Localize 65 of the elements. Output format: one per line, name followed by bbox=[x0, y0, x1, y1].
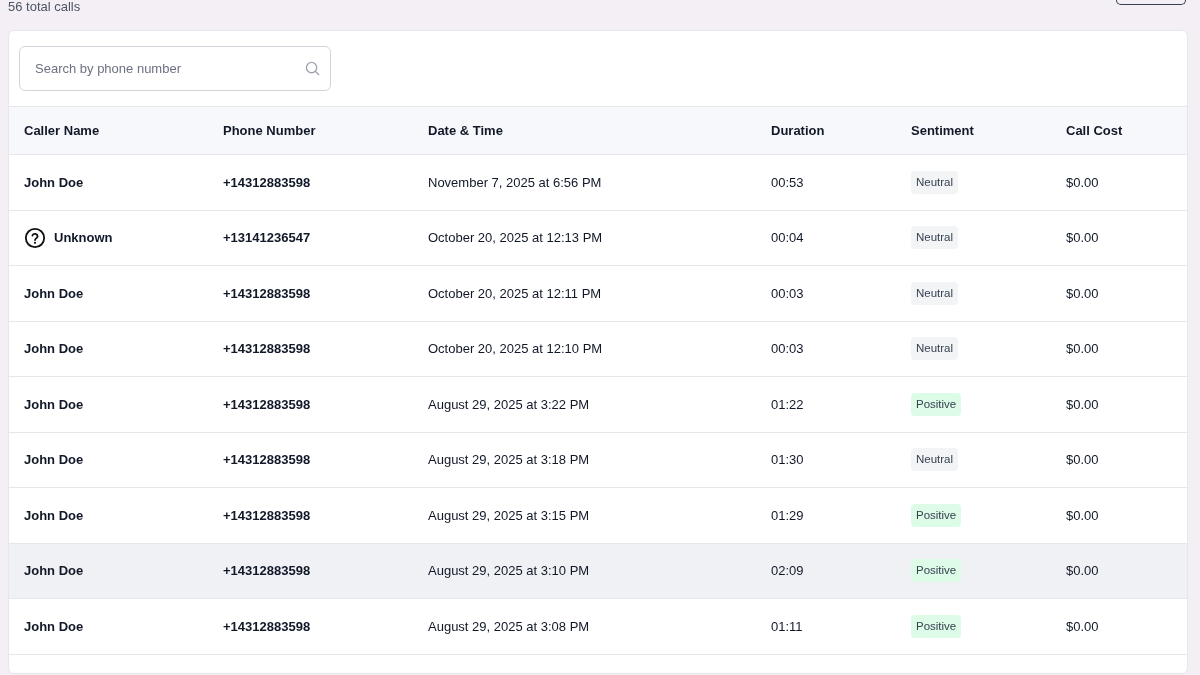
caller-name: Unknown bbox=[54, 229, 113, 247]
call-duration: 01:11 bbox=[771, 618, 803, 634]
call-duration: 01:22 bbox=[771, 396, 804, 412]
call-cost: $0.00 bbox=[1066, 174, 1099, 190]
date-time: October 20, 2025 at 12:13 PM bbox=[428, 230, 603, 245]
call-duration: 00:03 bbox=[771, 285, 804, 301]
question-icon bbox=[24, 226, 46, 249]
sentiment-tag: Positive bbox=[911, 559, 962, 583]
caller-name: John Doe bbox=[24, 562, 84, 580]
phone-number: +14312883598 bbox=[223, 341, 311, 356]
caller-name: John Doe bbox=[24, 451, 84, 469]
date-time: August 29, 2025 at 3:22 PM bbox=[428, 396, 590, 412]
date-time: November 7, 2025 at 6:56 PM bbox=[428, 174, 602, 190]
call-duration: 01:29 bbox=[771, 507, 804, 523]
phone-number: +14312883598 bbox=[223, 174, 311, 190]
sentiment-tag: Neutral bbox=[911, 281, 959, 305]
call-cost: $0.00 bbox=[1066, 563, 1099, 578]
sentiment-tag: Neutral bbox=[911, 170, 959, 194]
sentiment-tag: Neutral bbox=[911, 226, 959, 250]
date-time: August 29, 2025 at 3:15 PM bbox=[428, 507, 590, 523]
phone-number: +14312883598 bbox=[223, 396, 311, 412]
call-cost: $0.00 bbox=[1066, 341, 1099, 356]
call-cost: $0.00 bbox=[1066, 452, 1099, 467]
date-time: October 20, 2025 at 12:10 PM bbox=[428, 341, 603, 356]
highlighted-row[interactable]: John Doe +14312883598 August 29, 2025 at 3:10 PM 02:09 Positive $0.00 bbox=[9, 543, 1187, 599]
date-time: August 29, 2025 at 3:08 PM bbox=[428, 618, 590, 634]
column-header: Duration bbox=[771, 122, 825, 138]
sentiment-tag: Neutral bbox=[911, 337, 959, 361]
call-duration: 02:09 bbox=[771, 563, 804, 578]
caller-name: John Doe bbox=[24, 506, 84, 525]
column-header: Date & Time bbox=[428, 122, 503, 138]
call-cost: $0.00 bbox=[1066, 618, 1099, 634]
call-cost: $0.00 bbox=[1066, 396, 1099, 412]
call-duration: 00:03 bbox=[771, 341, 804, 356]
phone-number: +13141236547 bbox=[223, 230, 311, 245]
column-header: Phone Number bbox=[223, 122, 316, 138]
search-icon bbox=[305, 61, 320, 76]
date-time: August 29, 2025 at 3:10 PM bbox=[428, 563, 590, 578]
caller-name: John Doe bbox=[24, 395, 84, 414]
column-header: Sentiment bbox=[911, 122, 974, 138]
call-duration: 00:53 bbox=[771, 174, 804, 190]
sentiment-tag: Positive bbox=[911, 392, 962, 416]
column-header: Call Cost bbox=[1066, 122, 1123, 138]
sentiment-tag: Positive bbox=[911, 503, 962, 527]
caller-name: John Doe bbox=[24, 284, 84, 303]
call-duration: 00:04 bbox=[771, 230, 804, 245]
call-cost: $0.00 bbox=[1066, 230, 1099, 245]
sentiment-tag: Positive bbox=[911, 614, 962, 638]
phone-number: +14312883598 bbox=[223, 452, 311, 467]
phone-number: +14312883598 bbox=[223, 563, 311, 578]
total-calls-count: 56 total calls bbox=[8, 0, 81, 14]
caller-name: John Doe bbox=[24, 617, 84, 636]
caller-name: John Doe bbox=[24, 340, 84, 358]
date-time: August 29, 2025 at 3:18 PM bbox=[428, 452, 590, 467]
sentiment-tag: Neutral bbox=[911, 448, 959, 472]
phone-number: +14312883598 bbox=[223, 285, 311, 301]
column-header: Caller Name bbox=[24, 122, 100, 138]
date-time: October 20, 2025 at 12:11 PM bbox=[428, 285, 602, 301]
call-cost: $0.00 bbox=[1066, 507, 1099, 523]
search-field[interactable]: Search by phone number bbox=[19, 46, 331, 91]
phone-number: +14312883598 bbox=[223, 618, 311, 634]
call-duration: 01:30 bbox=[771, 452, 804, 467]
phone-number: +14312883598 bbox=[223, 507, 311, 523]
call-cost: $0.00 bbox=[1066, 285, 1099, 301]
caller-name: John Doe bbox=[24, 173, 84, 192]
